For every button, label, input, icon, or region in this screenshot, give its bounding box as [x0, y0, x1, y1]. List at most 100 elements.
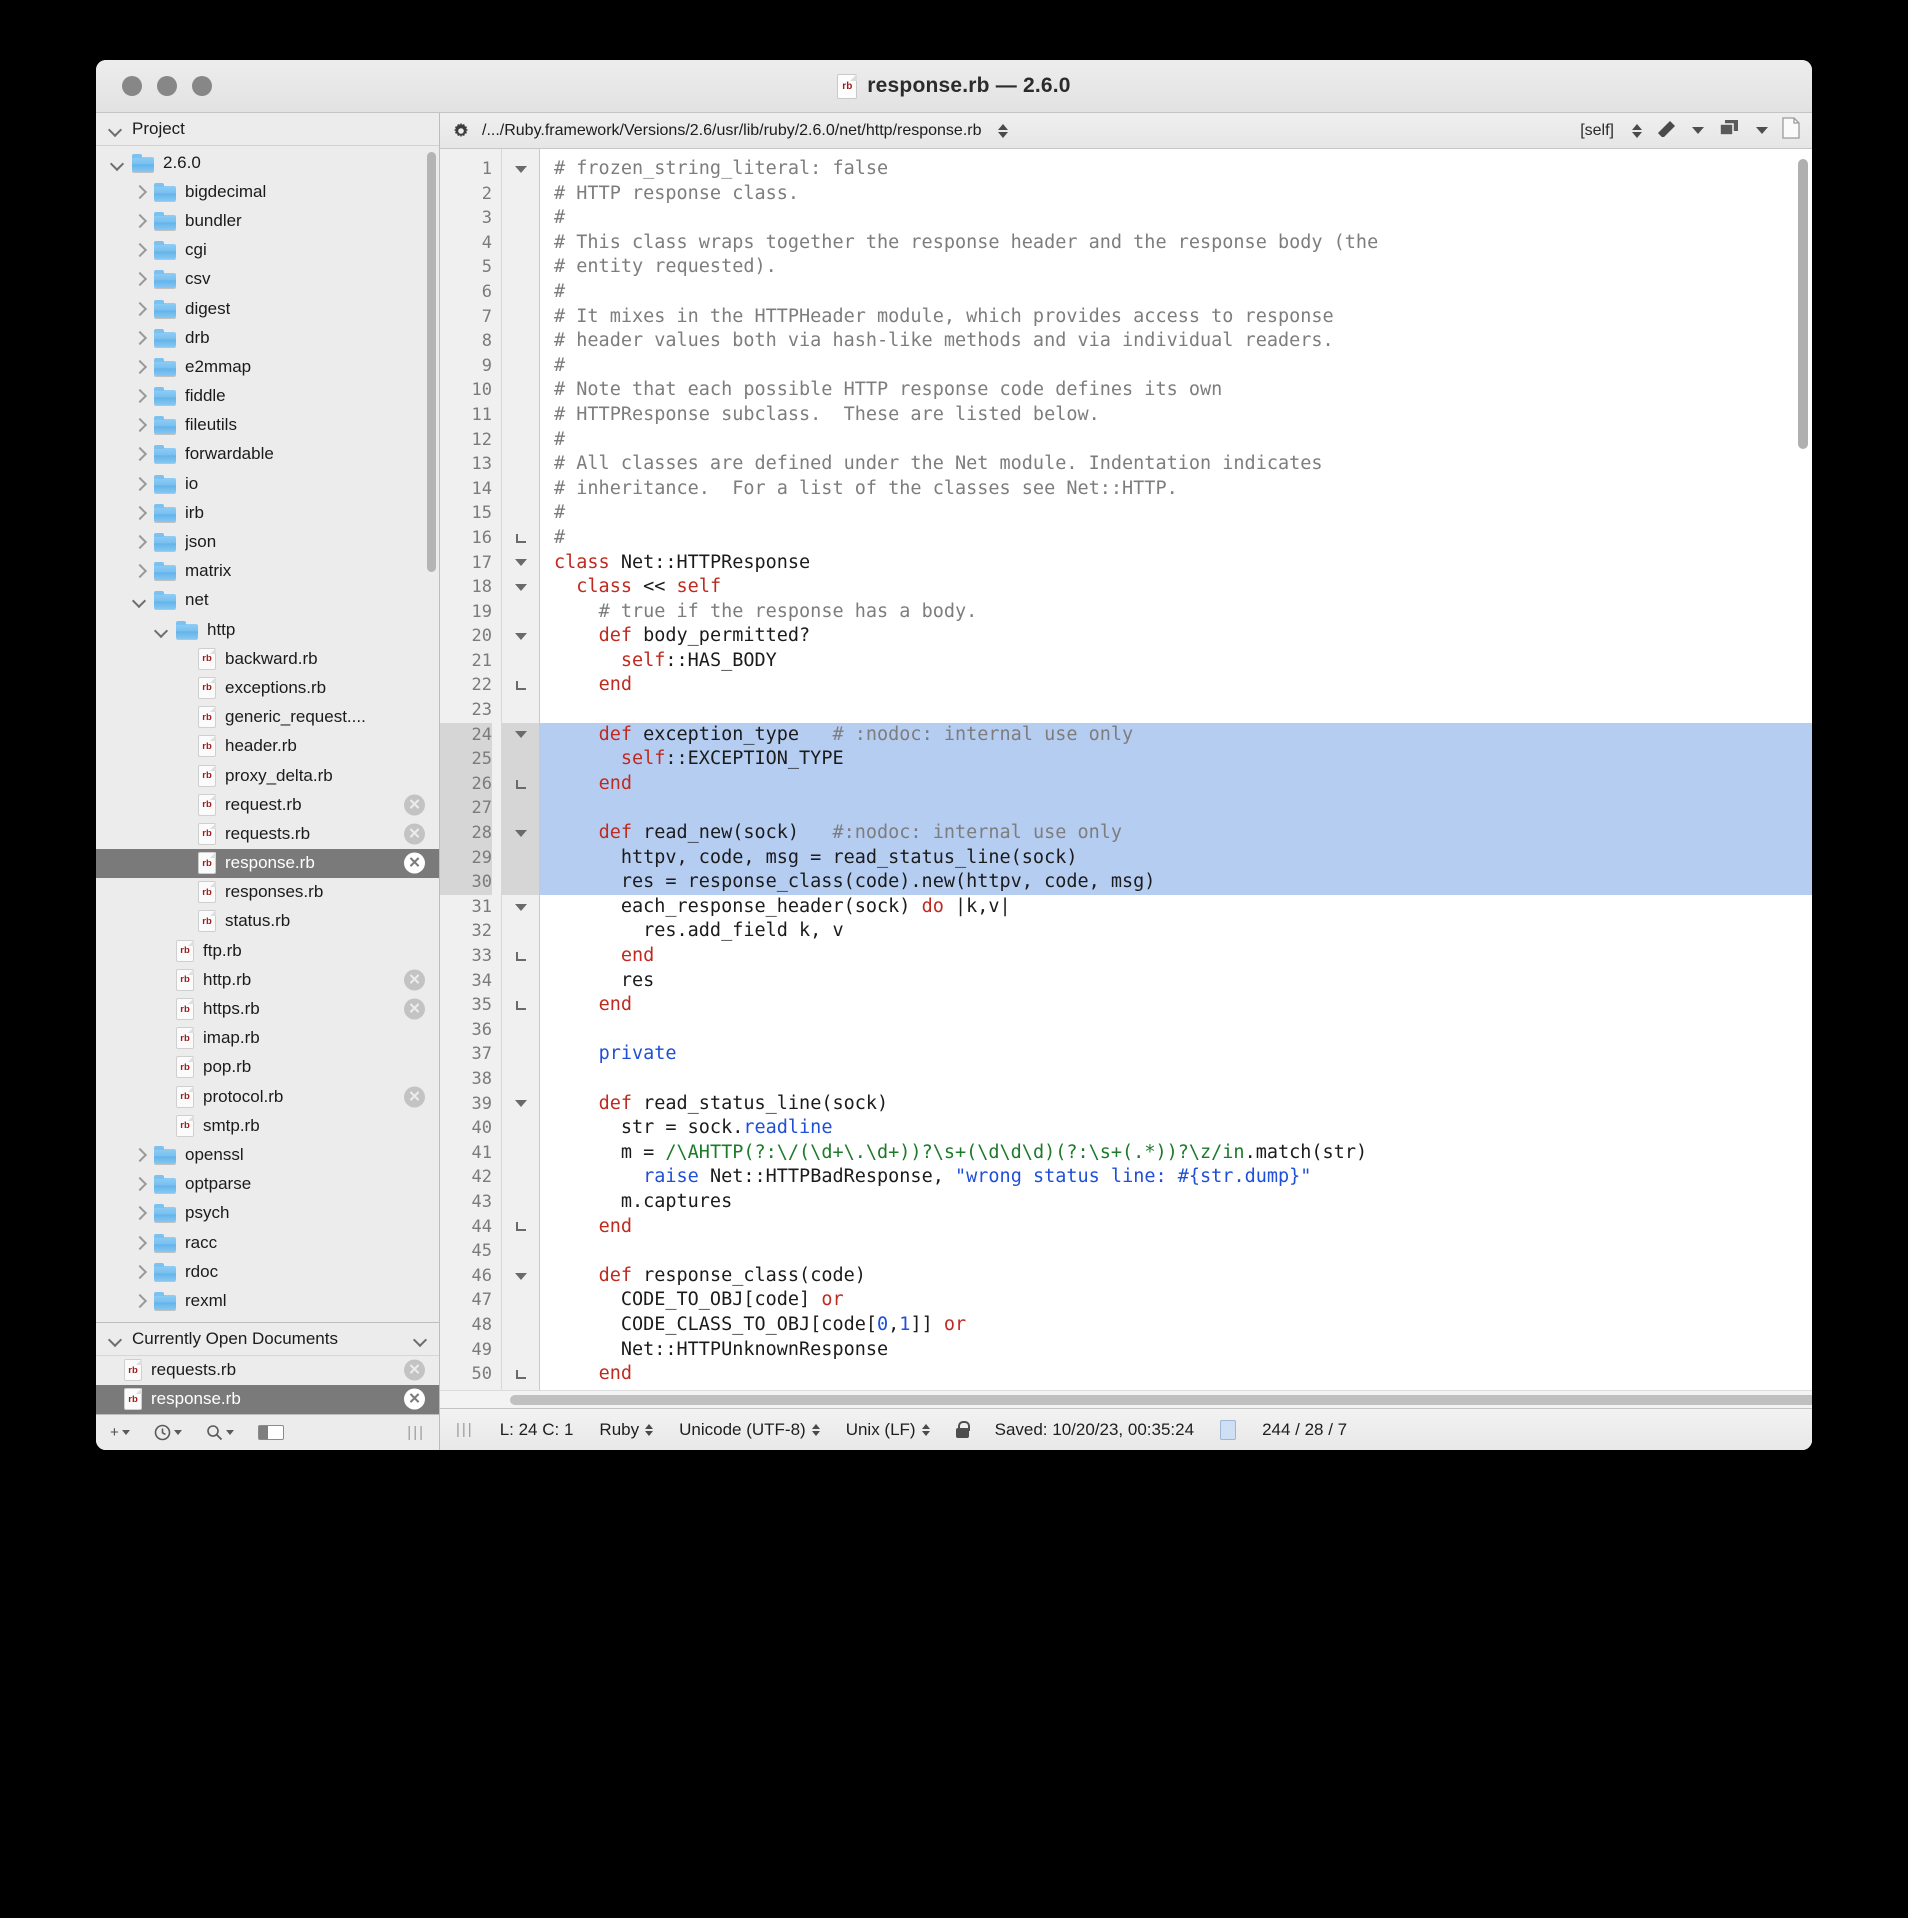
code-line[interactable]: # HTTPResponse subclass. These are liste…: [540, 403, 1812, 428]
code-line[interactable]: def read_new(sock) #:nodoc: internal use…: [540, 821, 1812, 846]
tree-scrollbar[interactable]: [427, 152, 436, 572]
fold-marker[interactable]: [502, 1092, 539, 1117]
fold-marker[interactable]: [502, 771, 539, 797]
tree-folder-row[interactable]: digest: [96, 294, 439, 323]
editor-horizontal-scrollbar[interactable]: [510, 1395, 1812, 1405]
code-line[interactable]: # Note that each possible HTTP response …: [540, 378, 1812, 403]
code-line[interactable]: # frozen_string_literal: false: [540, 157, 1812, 182]
code-line[interactable]: self::HAS_BODY: [540, 649, 1812, 674]
code-line[interactable]: # All classes are defined under the Net …: [540, 452, 1812, 477]
tree-folder-row[interactable]: bigdecimal: [96, 177, 439, 206]
zoom-button[interactable]: [192, 76, 212, 96]
close-document-badge[interactable]: ✕: [404, 1388, 425, 1410]
tree-file-row[interactable]: rb protocol.rb ✕: [96, 1082, 439, 1111]
code-line[interactable]: #: [540, 501, 1812, 526]
tree-file-row[interactable]: rb imap.rb: [96, 1024, 439, 1053]
code-line[interactable]: [540, 796, 1812, 822]
code-line[interactable]: httpv, code, msg = read_status_line(sock…: [540, 845, 1812, 871]
fold-end-icon[interactable]: [515, 1369, 526, 1379]
code-line[interactable]: res.add_field k, v: [540, 919, 1812, 944]
language-selector[interactable]: Ruby: [599, 1420, 654, 1440]
project-header[interactable]: Project: [96, 113, 439, 146]
fold-end-icon[interactable]: [515, 779, 526, 789]
language-stepper[interactable]: [645, 1423, 654, 1436]
code-line[interactable]: [540, 1018, 1812, 1043]
tree-folder-row[interactable]: rdoc: [96, 1257, 439, 1286]
code-line[interactable]: #: [540, 206, 1812, 231]
fold-triangle-icon[interactable]: [514, 633, 527, 641]
code-line[interactable]: Net::HTTPUnknownResponse: [540, 1338, 1812, 1363]
chevron-right-icon[interactable]: [132, 185, 146, 199]
fold-end-icon[interactable]: [515, 533, 526, 543]
status-grip[interactable]: |||: [456, 1421, 474, 1438]
fold-end-icon[interactable]: [515, 951, 526, 961]
fold-marker[interactable]: [502, 1362, 539, 1387]
code-line[interactable]: #: [540, 428, 1812, 453]
code-line[interactable]: str = sock.readline: [540, 1116, 1812, 1141]
fold-end-icon[interactable]: [515, 1222, 526, 1232]
tree-folder-row[interactable]: rexml: [96, 1286, 439, 1315]
chevron-down-icon[interactable]: [1756, 127, 1768, 134]
code-line[interactable]: end: [540, 944, 1812, 969]
close-document-badge[interactable]: ✕: [404, 1359, 425, 1381]
code-line[interactable]: private: [540, 1042, 1812, 1067]
code-line[interactable]: m.captures: [540, 1190, 1812, 1215]
code-line[interactable]: def exception_type # :nodoc: internal us…: [540, 722, 1812, 748]
fold-triangle-icon[interactable]: [514, 1100, 527, 1108]
code-line[interactable]: end: [540, 1215, 1812, 1240]
tree-folder-row[interactable]: net: [96, 586, 439, 615]
fold-marker[interactable]: [502, 1264, 539, 1289]
code-line[interactable]: CODE_TO_OBJ[code] or: [540, 1288, 1812, 1313]
code-line[interactable]: end: [540, 673, 1812, 698]
code-line[interactable]: each_response_header(sock) do |k,v|: [540, 895, 1812, 920]
add-button[interactable]: +: [110, 1424, 130, 1441]
path-stepper[interactable]: [997, 123, 1008, 138]
panel-toggle-icon[interactable]: [257, 1425, 284, 1440]
fold-marker[interactable]: [502, 157, 539, 182]
tree-file-row[interactable]: rb http.rb ✕: [96, 965, 439, 994]
close-button[interactable]: [122, 76, 142, 96]
fold-end-icon[interactable]: [515, 1000, 526, 1010]
code-line[interactable]: end: [540, 1362, 1812, 1387]
clock-icon[interactable]: [154, 1424, 182, 1441]
chevron-right-icon[interactable]: [132, 331, 146, 345]
tree-file-row[interactable]: rb responses.rb: [96, 878, 439, 907]
chevron-right-icon[interactable]: [132, 418, 146, 432]
tree-folder-row[interactable]: racc: [96, 1228, 439, 1257]
fold-marker[interactable]: [502, 526, 539, 551]
fold-triangle-icon[interactable]: [514, 1272, 527, 1280]
tree-folder-row[interactable]: matrix: [96, 557, 439, 586]
tree-folder-row[interactable]: forwardable: [96, 440, 439, 469]
tree-folder-row[interactable]: csv: [96, 265, 439, 294]
fold-marker[interactable]: [502, 895, 539, 920]
chevron-right-icon[interactable]: [132, 564, 146, 578]
tree-folder-row[interactable]: psych: [96, 1199, 439, 1228]
fold-marker[interactable]: [502, 944, 539, 969]
code-line[interactable]: # header values both via hash-like metho…: [540, 329, 1812, 354]
fold-marker[interactable]: [502, 1215, 539, 1240]
chevron-right-icon[interactable]: [132, 243, 146, 257]
chevron-right-icon[interactable]: [132, 302, 146, 316]
fold-marker[interactable]: [502, 821, 539, 846]
line-ending-stepper[interactable]: [921, 1423, 930, 1436]
editor-horizontal-scroll-track[interactable]: [440, 1390, 1812, 1408]
chevron-down-icon[interactable]: [413, 1332, 427, 1346]
chevron-down-icon[interactable]: [108, 122, 122, 136]
tree-file-row[interactable]: rb header.rb: [96, 732, 439, 761]
minimize-button[interactable]: [157, 76, 177, 96]
tree-folder-row[interactable]: irb: [96, 498, 439, 527]
code-text[interactable]: # frozen_string_literal: false # HTTP res…: [540, 149, 1812, 1390]
chevron-down-icon[interactable]: [108, 1332, 122, 1346]
chevron-right-icon[interactable]: [132, 214, 146, 228]
code-line[interactable]: #: [540, 280, 1812, 305]
code-line[interactable]: res: [540, 969, 1812, 994]
chevron-down-icon[interactable]: [154, 623, 168, 637]
encoding-stepper[interactable]: [811, 1423, 820, 1436]
chevron-right-icon[interactable]: [132, 389, 146, 403]
code-line[interactable]: def read_status_line(sock): [540, 1092, 1812, 1117]
chevron-down-icon[interactable]: [132, 593, 146, 607]
chevron-right-icon[interactable]: [132, 506, 146, 520]
tree-folder-row[interactable]: e2mmap: [96, 352, 439, 381]
resize-grip[interactable]: |||: [407, 1424, 425, 1441]
tree-folder-row[interactable]: openssl: [96, 1140, 439, 1169]
